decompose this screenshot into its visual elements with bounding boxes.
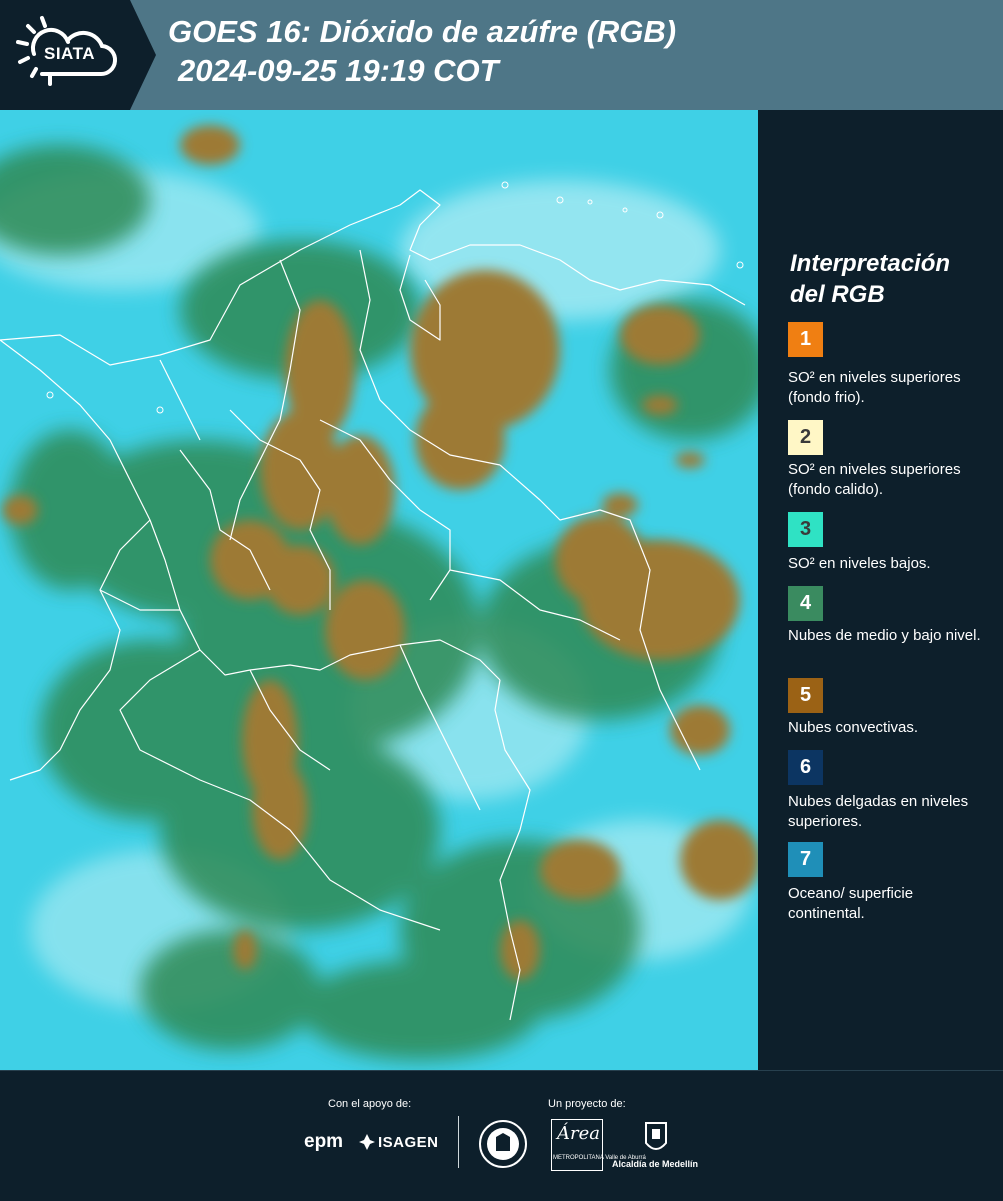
legend-swatch-2: 2 — [788, 420, 823, 455]
legend-number-6: 6 — [799, 756, 812, 778]
epm-logo: epm — [304, 1131, 344, 1152]
legend-number-1: 1 — [799, 328, 812, 350]
legend-label-6: Nubes delgadas en niveles superiores. — [788, 793, 969, 830]
legend-number-4: 4 — [799, 592, 812, 614]
legend-title: Interpretación del RGB — [790, 250, 951, 308]
header-bar: SIATA GOES 16: Dióxido de azúfre (RGB) 2… — [0, 0, 1003, 110]
footer-bar: Con el apoyo de: Un proyecto de: epm ISA… — [0, 1070, 1003, 1201]
legend-swatch-6: 6 — [788, 750, 823, 785]
legend-label-5: Nubes convectivas. — [788, 719, 919, 736]
legend-number-3: 3 — [799, 518, 812, 540]
legend-swatch-3: 3 — [788, 512, 823, 547]
satellite-image — [0, 110, 758, 1070]
alcaldia-crest-icon — [645, 1122, 667, 1150]
legend-label-2: SO² en niveles superiores (fondo calido)… — [788, 461, 961, 498]
legend-swatch-4: 4 — [788, 586, 823, 621]
alcaldia-logo-text: Alcaldía de Medellín — [612, 1159, 699, 1169]
support-label: Con el apoyo de: — [328, 1098, 412, 1110]
legend-label-1: SO² en niveles superiores (fondo frio). — [788, 369, 961, 406]
legend-number-2: 2 — [799, 426, 812, 448]
satellite-map[interactable] — [0, 110, 758, 1070]
logo-arrow — [130, 0, 156, 110]
medellin-seal-icon — [479, 1120, 527, 1168]
legend-number-5: 5 — [799, 684, 812, 706]
legend-number-7: 7 — [799, 848, 812, 870]
logo-tab: SIATA — [0, 0, 130, 110]
siata-logo-text: SIATA — [44, 44, 95, 63]
project-label: Un proyecto de: — [548, 1098, 626, 1110]
legend-swatch-7: 7 — [788, 842, 823, 877]
footer-divider — [458, 1116, 459, 1168]
page-timestamp: 2024-09-25 19:19 COT — [178, 53, 499, 88]
legend-label-4: Nubes de medio y bajo nivel. — [788, 627, 981, 644]
legend-panel: Interpretación del RGB 1 SO² en niveles … — [760, 110, 1003, 1070]
area-logo-script: Área — [557, 1123, 600, 1144]
legend-swatch-1: 1 — [788, 322, 823, 357]
isagen-mark-icon — [359, 1134, 375, 1150]
legend-swatch-5: 5 — [788, 678, 823, 713]
legend-label-3: SO² en niveles bajos. — [788, 555, 931, 572]
page-title: GOES 16: Dióxido de azúfre (RGB) — [168, 14, 677, 49]
legend-label-7: Oceano/ superficie continental. — [788, 885, 914, 922]
isagen-logo: ISAGEN — [378, 1134, 439, 1151]
